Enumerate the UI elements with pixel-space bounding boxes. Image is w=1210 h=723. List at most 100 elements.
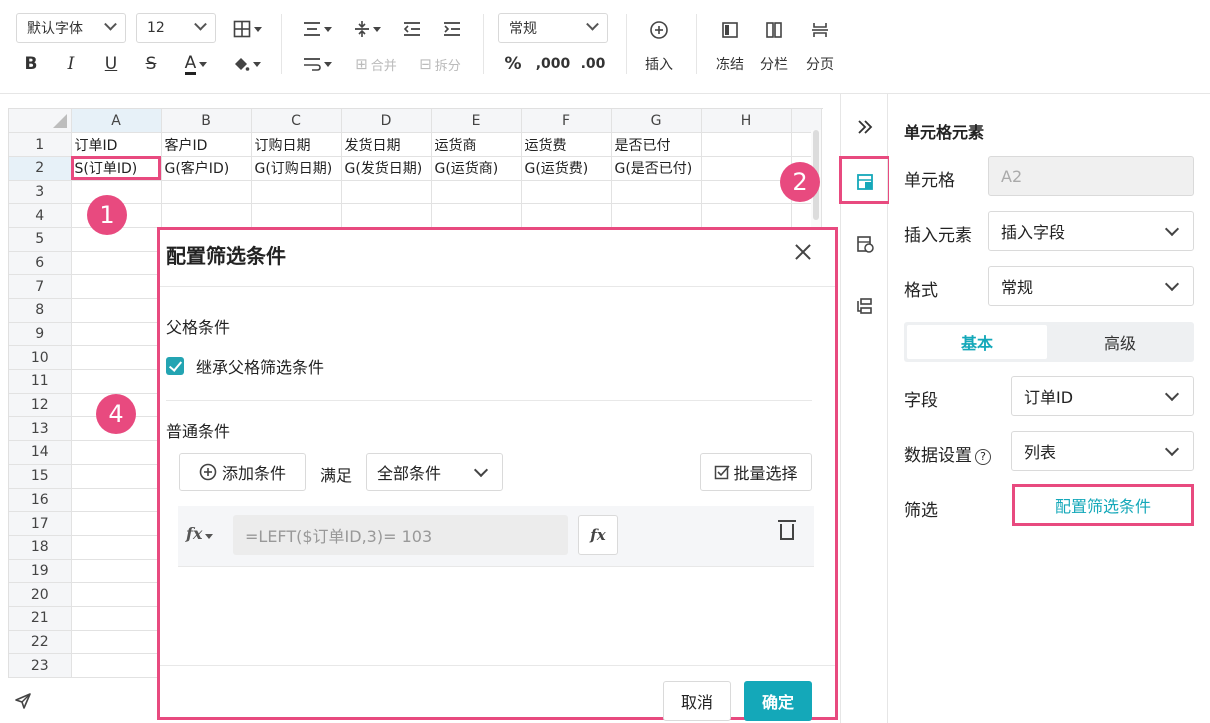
cell[interactable]: [341, 203, 432, 228]
row-header[interactable]: 9: [9, 322, 72, 347]
font-color-button[interactable]: A: [176, 52, 216, 76]
cell[interactable]: [71, 653, 162, 678]
help-icon[interactable]: ?: [975, 449, 991, 465]
inherit-label[interactable]: 继承父格筛选条件: [196, 354, 324, 378]
row-header[interactable]: 4: [9, 203, 72, 228]
field-select[interactable]: 订单ID: [1011, 376, 1194, 416]
cell[interactable]: [71, 488, 162, 513]
cell[interactable]: G(订购日期): [251, 156, 342, 181]
trash-icon[interactable]: [778, 520, 796, 540]
page-break-button[interactable]: [806, 16, 834, 44]
cell[interactable]: [701, 180, 792, 205]
column-header[interactable]: A: [71, 109, 162, 134]
cell[interactable]: [71, 630, 162, 655]
border-button[interactable]: [228, 18, 266, 40]
row-header[interactable]: 13: [9, 416, 72, 442]
batch-select-button[interactable]: 批量选择: [700, 453, 812, 491]
row-header[interactable]: 19: [9, 559, 72, 584]
align-horizontal-button[interactable]: [298, 18, 336, 40]
select-all-corner[interactable]: [9, 109, 72, 134]
cell[interactable]: [341, 180, 432, 205]
cell[interactable]: [71, 345, 162, 371]
row-header[interactable]: 23: [9, 653, 72, 678]
cell[interactable]: 订购日期: [251, 132, 342, 157]
row-header[interactable]: 17: [9, 511, 72, 536]
font-size-select[interactable]: 12: [136, 13, 216, 43]
columns-button[interactable]: [760, 16, 788, 44]
data-setting-select[interactable]: 列表: [1011, 431, 1194, 471]
insert-button[interactable]: [645, 16, 673, 44]
cell[interactable]: G(发货日期): [341, 156, 432, 181]
tab-advanced[interactable]: 高级: [1049, 325, 1191, 359]
column-header[interactable]: H: [701, 109, 792, 134]
italic-button[interactable]: I: [56, 52, 86, 76]
cell[interactable]: [701, 203, 792, 228]
satisfy-select[interactable]: 全部条件: [366, 453, 503, 491]
align-vertical-button[interactable]: [348, 18, 386, 40]
cell[interactable]: [611, 180, 702, 205]
cell[interactable]: [71, 606, 162, 631]
cell[interactable]: G(是否已付): [611, 156, 702, 181]
cell[interactable]: [71, 535, 162, 560]
fill-color-button[interactable]: [226, 52, 266, 76]
cell[interactable]: 运货商: [431, 132, 522, 157]
row-header[interactable]: 22: [9, 630, 72, 655]
cell[interactable]: G(运货商): [431, 156, 522, 181]
thousands-button[interactable]: ,000: [536, 52, 571, 76]
row-header[interactable]: 16: [9, 488, 72, 513]
increase-indent-button[interactable]: [438, 18, 466, 40]
row-header[interactable]: 5: [9, 227, 72, 252]
cell[interactable]: [251, 180, 342, 205]
cell[interactable]: [701, 156, 792, 181]
cell[interactable]: [71, 274, 162, 299]
close-icon[interactable]: [793, 242, 813, 262]
column-header[interactable]: E: [431, 109, 522, 134]
cell[interactable]: [161, 203, 252, 228]
row-header[interactable]: 21: [9, 606, 72, 631]
formula-editor-button[interactable]: fx: [578, 515, 618, 555]
row-header[interactable]: 8: [9, 298, 72, 323]
decrease-indent-button[interactable]: [398, 18, 426, 40]
cell[interactable]: 运货费: [521, 132, 612, 157]
cell[interactable]: [71, 559, 162, 584]
cell[interactable]: G(客户ID): [161, 156, 252, 181]
cell[interactable]: [701, 132, 792, 157]
underline-button[interactable]: U: [96, 52, 126, 76]
decimals-button[interactable]: .00: [578, 52, 608, 76]
cell[interactable]: [71, 251, 162, 276]
font-family-select[interactable]: 默认字体: [16, 13, 126, 43]
row-header[interactable]: 1: [9, 132, 72, 157]
send-icon[interactable]: [14, 692, 32, 710]
cell[interactable]: [71, 298, 162, 323]
row-header[interactable]: 11: [9, 369, 72, 394]
column-header[interactable]: C: [251, 109, 342, 134]
row-header[interactable]: 18: [9, 535, 72, 560]
cell[interactable]: G(运货费): [521, 156, 612, 181]
row-header[interactable]: 20: [9, 582, 72, 607]
cell[interactable]: 客户ID: [161, 132, 252, 157]
column-header[interactable]: G: [611, 109, 702, 134]
row-header[interactable]: 6: [9, 251, 72, 276]
cell[interactable]: [71, 582, 162, 607]
tab-basic[interactable]: 基本: [907, 325, 1047, 359]
bold-button[interactable]: B: [16, 52, 46, 76]
merge-cells-button[interactable]: ⊞ 合并: [348, 52, 404, 76]
split-cells-button[interactable]: ⊟ 拆分: [412, 52, 468, 76]
cell-attribute-icon[interactable]: [855, 234, 875, 254]
cell[interactable]: [71, 369, 162, 394]
cell[interactable]: 是否已付: [611, 132, 702, 157]
column-header[interactable]: B: [161, 109, 252, 134]
hierarchy-icon[interactable]: [855, 296, 875, 316]
formula-input[interactable]: =LEFT($订单ID,3)= 103: [233, 515, 568, 555]
configure-filter-button[interactable]: 配置筛选条件: [1012, 484, 1194, 526]
row-header[interactable]: 12: [9, 393, 72, 418]
column-header[interactable]: F: [521, 109, 612, 134]
cell[interactable]: [161, 180, 252, 205]
inherit-checkbox[interactable]: [166, 357, 184, 375]
column-header[interactable]: D: [341, 109, 432, 134]
strikethrough-button[interactable]: S: [136, 52, 166, 76]
row-header[interactable]: 7: [9, 274, 72, 299]
cell[interactable]: [431, 180, 522, 205]
freeze-button[interactable]: [716, 16, 744, 44]
cell[interactable]: 订单ID: [71, 132, 162, 157]
